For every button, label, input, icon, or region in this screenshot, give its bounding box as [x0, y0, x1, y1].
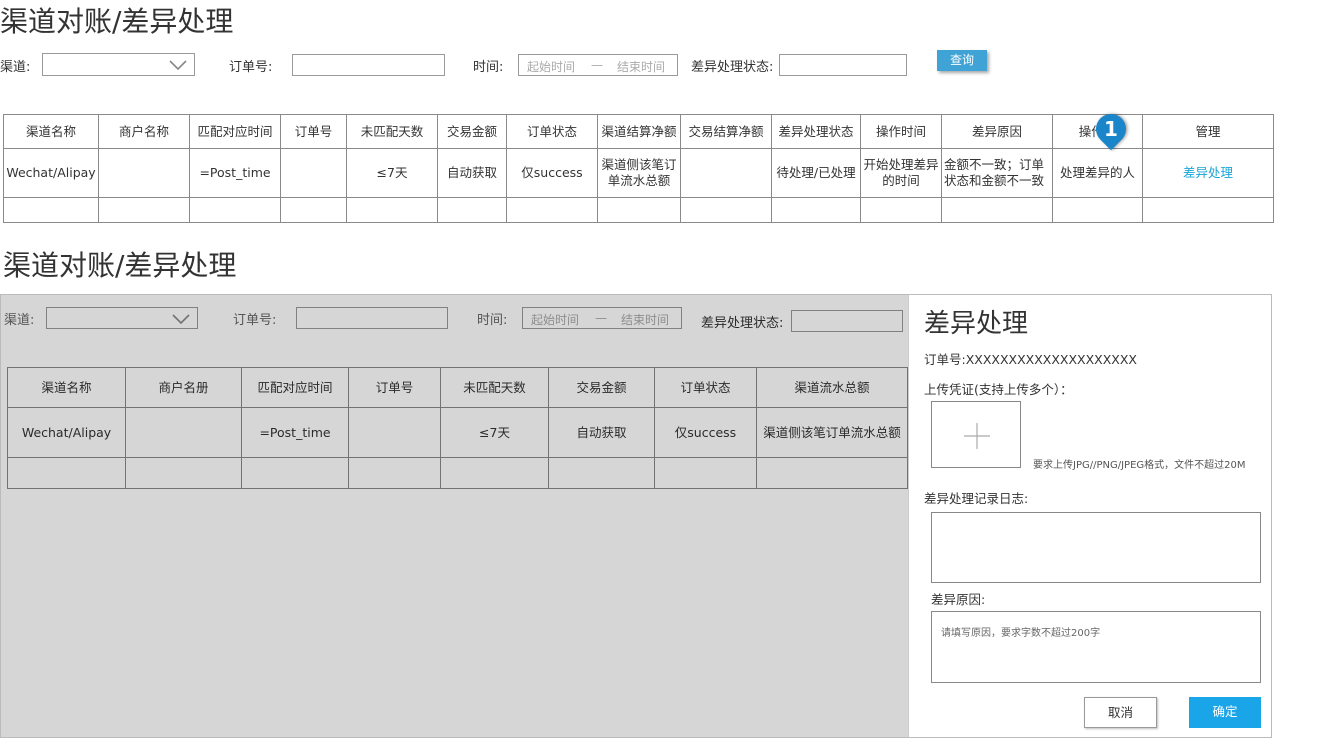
- header-cell: 订单状态: [506, 114, 598, 149]
- query-button[interactable]: 查询: [937, 50, 987, 71]
- page-preview: 渠道: 订单号: 时间: 起始时间 — 结束时间 差异处理状态: 渠道名称 商户…: [0, 294, 1272, 738]
- cell-channel-name: Wechat/Alipay: [3, 148, 99, 198]
- header-cell: 管理: [1142, 114, 1274, 149]
- cell-operate-time: 开始处理差异的时间: [860, 148, 942, 198]
- header-cell: 商户名称: [98, 114, 190, 149]
- channel-select[interactable]: [42, 53, 195, 76]
- range-dash: —: [591, 58, 603, 72]
- order-input[interactable]: [292, 54, 445, 76]
- header-cell: 未匹配天数: [346, 114, 438, 149]
- page-title-2: 渠道对账/差异处理: [3, 249, 237, 282]
- cell-order-status: 仅success: [506, 148, 598, 198]
- handle-diff-link[interactable]: 差异处理: [1142, 148, 1274, 198]
- annotation-number: 1: [1104, 117, 1118, 141]
- header-cell: 交易金额: [437, 114, 507, 149]
- page-title: 渠道对账/差异处理: [0, 5, 234, 38]
- time-label: 时间:: [473, 60, 504, 75]
- reason-textarea[interactable]: 请填写原因，要求字数不超过200字: [931, 611, 1261, 683]
- plus-icon: [964, 423, 990, 449]
- panel-order-value: XXXXXXXXXXXXXXXXXXXX: [965, 352, 1137, 367]
- header-cell: 订单号: [280, 114, 347, 149]
- cell-order-no: [280, 148, 347, 198]
- panel-order-label: 订单号:: [924, 352, 966, 367]
- upload-label: 上传凭证(支持上传多个）：: [924, 382, 1073, 397]
- header-cell: 渠道名称: [3, 114, 99, 149]
- panel-order-row: 订单号:XXXXXXXXXXXXXXXXXXXX: [924, 349, 1137, 368]
- start-time-placeholder: 起始时间: [527, 60, 576, 74]
- cell-trade-net: [680, 148, 772, 198]
- table-row: [3, 197, 1274, 223]
- cell-merchant-name: [98, 148, 190, 198]
- table-row: Wechat/Alipay =Post_time ≤7天 自动获取 仅succe…: [3, 148, 1274, 198]
- header-cell: 交易结算净额: [680, 114, 772, 149]
- panel-title: 差异处理: [924, 309, 1029, 339]
- upload-box[interactable]: [931, 401, 1021, 468]
- chevron-down-icon: [169, 60, 187, 71]
- cell-operator: 处理差异的人: [1052, 148, 1143, 198]
- cell-amount: 自动获取: [437, 148, 507, 198]
- cell-channel-net: 渠道侧该笔订单流水总额: [597, 148, 681, 198]
- time-range-input[interactable]: 起始时间 — 结束时间: [518, 54, 678, 76]
- log-label: 差异处理记录日志:: [924, 491, 1029, 506]
- header-cell: 差异处理状态: [771, 114, 861, 149]
- log-textarea[interactable]: [931, 512, 1261, 583]
- reason-placeholder: 请填写原因，要求字数不超过200字: [941, 628, 1101, 639]
- upload-hint: 要求上传JPG//PNG/JPEG格式，文件不超过20M: [1033, 460, 1246, 471]
- reconciliation-table: 渠道名称 商户名称 匹配对应时间 订单号 未匹配天数 交易金额 订单状态 渠道结…: [3, 114, 1274, 223]
- cancel-button[interactable]: 取消: [1084, 697, 1157, 728]
- cell-match-time: =Post_time: [189, 148, 281, 198]
- header-cell: 匹配对应时间: [189, 114, 281, 149]
- modal-backdrop[interactable]: [1, 295, 908, 737]
- cell-diff-reason: 金额不一致；订单状态和金额不一致: [941, 148, 1053, 198]
- annotation-marker: 1: [1089, 107, 1133, 151]
- channel-label: 渠道:: [0, 60, 31, 75]
- end-time-placeholder: 结束时间: [617, 60, 666, 74]
- order-label: 订单号:: [229, 60, 273, 75]
- header-cell: 差异原因: [941, 114, 1053, 149]
- header-cell: 操作时间: [860, 114, 942, 149]
- status-select[interactable]: [779, 54, 907, 76]
- confirm-button[interactable]: 确定: [1189, 697, 1261, 728]
- cell-unmatched-days: ≤7天: [346, 148, 438, 198]
- header-cell: 渠道结算净额: [597, 114, 681, 149]
- reason-label: 差异原因:: [931, 592, 986, 607]
- table-header-row: 渠道名称 商户名称 匹配对应时间 订单号 未匹配天数 交易金额 订单状态 渠道结…: [3, 114, 1274, 149]
- status-label: 差异处理状态:: [691, 60, 774, 75]
- cell-diff-status: 待处理/已处理: [771, 148, 861, 198]
- diff-handle-panel: 差异处理 订单号:XXXXXXXXXXXXXXXXXXXX 上传凭证(支持上传多…: [908, 295, 1271, 737]
